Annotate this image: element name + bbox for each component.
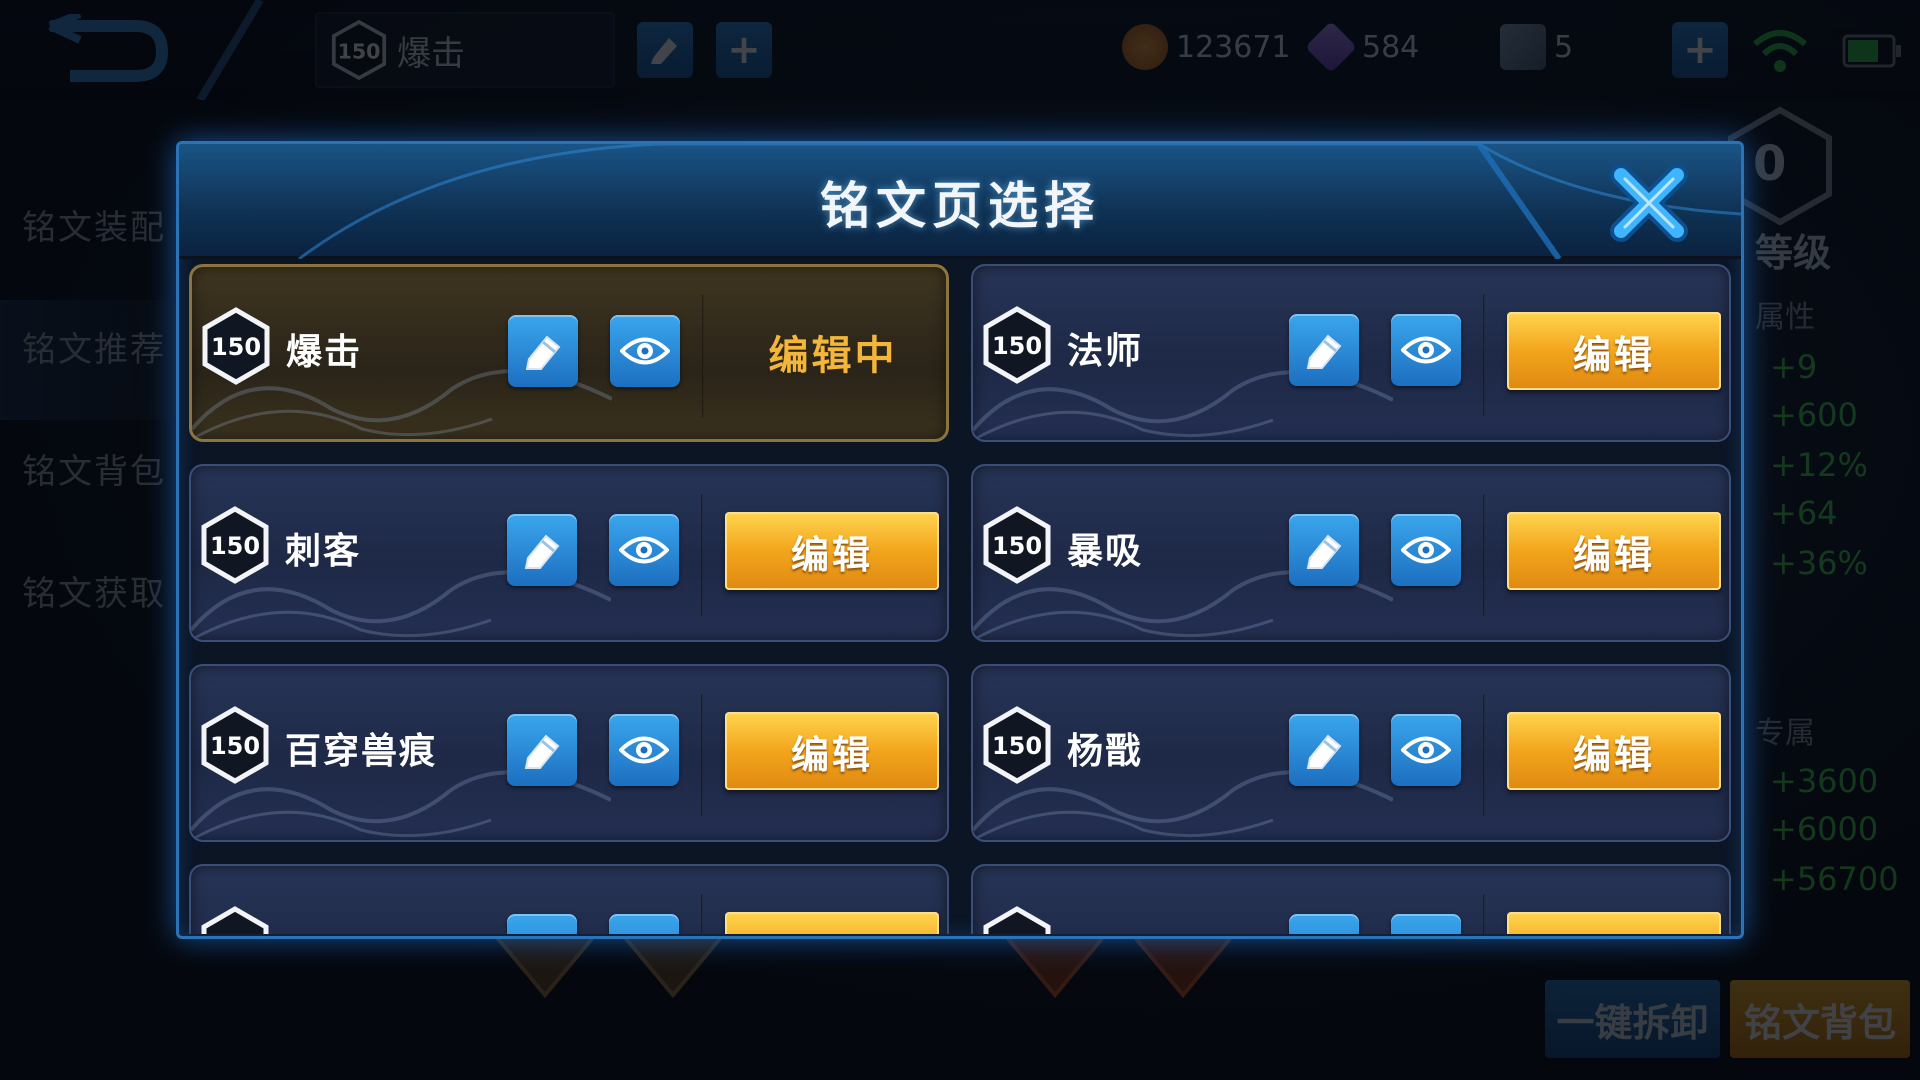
rename-button[interactable]	[1289, 714, 1359, 786]
card-divider	[1483, 894, 1485, 934]
edit-button[interactable]: 编辑	[725, 712, 939, 790]
page-name: 法师	[1067, 331, 1144, 372]
pencil-icon	[520, 928, 564, 934]
page-name: 百穿兽痕	[285, 731, 438, 772]
rename-button[interactable]	[507, 714, 577, 786]
rename-button[interactable]	[1289, 514, 1359, 586]
card-divider	[701, 494, 703, 616]
page-name: 爆击	[286, 332, 363, 373]
svg-text:150: 150	[210, 732, 260, 760]
preview-button[interactable]	[1391, 714, 1461, 786]
eye-icon	[1401, 336, 1451, 364]
edit-button[interactable]	[725, 912, 939, 934]
page-card[interactable]: 150 暴吸 编辑	[971, 464, 1731, 642]
preview-button[interactable]	[609, 514, 679, 586]
svg-text:150: 150	[992, 332, 1042, 360]
close-icon	[1610, 164, 1688, 242]
edit-button[interactable]: 编辑	[1507, 312, 1721, 390]
eye-icon	[619, 933, 669, 934]
svg-text:150: 150	[992, 532, 1042, 560]
card-divider	[1483, 694, 1485, 816]
pencil-icon	[1306, 734, 1342, 769]
editing-status: 编辑中	[768, 333, 898, 379]
pencil-icon	[524, 734, 560, 769]
eye-icon	[1401, 933, 1451, 934]
page-name: 杨戬	[1067, 731, 1144, 772]
edit-button[interactable]: 编辑	[1507, 712, 1721, 790]
level-hex-icon: 150	[983, 306, 1051, 384]
rename-button[interactable]	[1289, 314, 1359, 386]
close-button[interactable]	[1599, 158, 1699, 248]
page-card[interactable]: 150	[971, 864, 1731, 934]
page-name: 刺客	[285, 531, 362, 572]
edit-button[interactable]: 编辑	[725, 512, 939, 590]
svg-text:150: 150	[210, 932, 260, 934]
preview-button[interactable]	[1391, 514, 1461, 586]
card-divider	[1483, 494, 1485, 616]
level-hex-icon: 150	[201, 506, 269, 584]
card-divider	[701, 694, 703, 816]
level-hex-icon: 150	[201, 906, 269, 934]
page-card[interactable]: 150 刺客 编辑	[189, 464, 949, 642]
page-card[interactable]: 150 百穿兽痕 编辑	[189, 664, 949, 842]
page-select-modal: 铭文页选择 150 爆击 编辑中 150 法师 编辑 150 刺客 编辑 150…	[176, 141, 1744, 939]
eye-icon	[620, 337, 670, 365]
modal-title: 铭文页选择	[820, 176, 1100, 235]
page-card[interactable]: 150 爆击 编辑中	[189, 264, 949, 442]
card-divider	[1483, 294, 1485, 416]
page-card[interactable]: 150 法师 编辑	[971, 264, 1731, 442]
level-hex-icon: 150	[201, 706, 269, 784]
pencil-icon	[525, 335, 561, 370]
page-name: 暴吸	[1067, 531, 1144, 572]
edit-button[interactable]: 编辑	[1507, 512, 1721, 590]
pencil-icon	[1306, 334, 1342, 369]
pencil-icon	[1302, 928, 1346, 934]
eye-icon	[1401, 736, 1451, 764]
preview-button[interactable]	[1391, 314, 1461, 386]
page-card[interactable]: 150 杨戬 编辑	[971, 664, 1731, 842]
level-hex-icon: 150	[202, 307, 270, 385]
eye-icon	[1401, 536, 1451, 564]
svg-text:150: 150	[992, 732, 1042, 760]
level-hex-icon: 150	[983, 906, 1051, 934]
card-divider	[701, 894, 703, 934]
eye-icon	[619, 536, 669, 564]
svg-text:150: 150	[211, 333, 261, 361]
level-hex-icon: 150	[983, 506, 1051, 584]
card-divider	[702, 295, 704, 417]
pencil-icon	[1306, 534, 1342, 569]
edit-button[interactable]	[1507, 912, 1721, 934]
page-card[interactable]: 150	[189, 864, 949, 934]
preview-button[interactable]	[610, 315, 680, 387]
rename-button[interactable]	[508, 315, 578, 387]
preview-button[interactable]	[609, 714, 679, 786]
rename-button[interactable]	[507, 914, 577, 934]
svg-text:150: 150	[992, 932, 1042, 934]
rename-button[interactable]	[1289, 914, 1359, 934]
preview-button[interactable]	[609, 914, 679, 934]
preview-button[interactable]	[1391, 914, 1461, 934]
level-hex-icon: 150	[983, 706, 1051, 784]
page-list[interactable]: 150 爆击 编辑中 150 法师 编辑 150 刺客 编辑 150 暴吸 编辑…	[189, 264, 1734, 934]
svg-text:150: 150	[210, 532, 260, 560]
eye-icon	[619, 736, 669, 764]
rename-button[interactable]	[507, 514, 577, 586]
pencil-icon	[524, 534, 560, 569]
